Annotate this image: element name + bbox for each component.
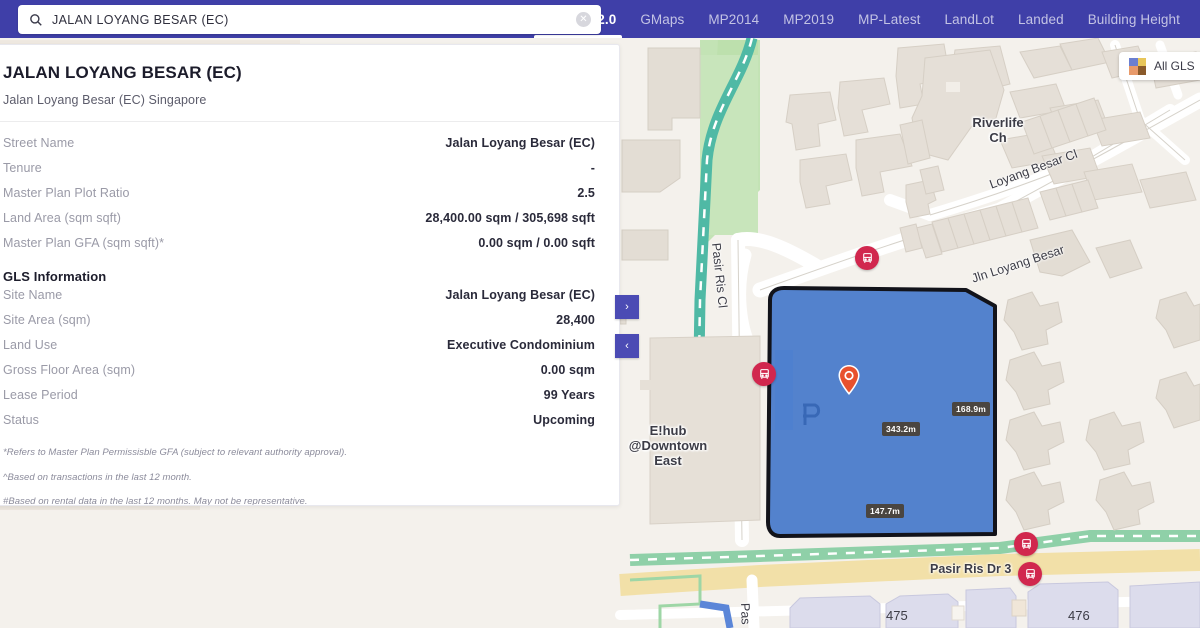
- search-input[interactable]: JALAN LOYANG BESAR (EC): [52, 13, 576, 27]
- detail-row: Land Area (sqm sqft) 28,400.00 sqm / 305…: [3, 211, 595, 236]
- detail-value: Jalan Loyang Besar (EC): [445, 136, 595, 151]
- chevron-right-icon: ›: [625, 301, 629, 313]
- nav-item-landed[interactable]: Landed: [1006, 0, 1076, 38]
- bus-stop-icon[interactable]: [752, 362, 776, 386]
- gls-row: Lease Period 99 Years: [3, 388, 595, 413]
- onemap-app: Riverlife Ch E!hub @Downtown East Loyang…: [0, 0, 1200, 628]
- search-icon: [29, 13, 43, 27]
- gls-label: Lease Period: [3, 388, 78, 403]
- gls-value: Executive Condominium: [447, 338, 595, 353]
- gls-row: Site Area (sqm) 28,400: [3, 313, 595, 338]
- measure-chip-east: 168.9m: [952, 402, 991, 416]
- panel-collapse-button[interactable]: ‹: [615, 334, 639, 358]
- footnote: *Refers to Master Plan Permissisble GFA …: [3, 447, 348, 459]
- panel-subtitle: Jalan Loyang Besar (EC) Singapore: [3, 93, 207, 108]
- gls-swatch-icon: [1129, 57, 1146, 75]
- gls-value: 99 Years: [543, 388, 595, 403]
- property-info-panel: JALAN LOYANG BESAR (EC) Jalan Loyang Bes…: [0, 44, 620, 506]
- page-title: JALAN LOYANG BESAR (EC): [3, 63, 242, 82]
- nav-item-landlot[interactable]: LandLot: [933, 0, 1007, 38]
- detail-label: Land Area (sqm sqft): [3, 211, 122, 226]
- detail-row: Master Plan Plot Ratio 2.5: [3, 186, 595, 211]
- nav-items: OneMap 2.0 GMaps MP2014 MP2019 MP-Latest…: [528, 0, 1192, 38]
- footnote: #Based on rental data in the last 12 mon…: [3, 496, 308, 506]
- bus-stop-icon[interactable]: [1014, 532, 1038, 556]
- nav-item-building-height[interactable]: Building Height: [1076, 0, 1192, 38]
- gls-row: Site Name Jalan Loyang Besar (EC): [3, 288, 595, 313]
- detail-label: Street Name: [3, 136, 75, 151]
- gls-label: Site Area (sqm): [3, 313, 91, 328]
- gls-value: Upcoming: [533, 413, 595, 428]
- section-title-gls-information: GLS Information: [3, 269, 107, 285]
- detail-label: Master Plan GFA (sqm sqft)*: [3, 236, 165, 251]
- panel-expand-button[interactable]: ›: [615, 295, 639, 319]
- detail-value: 2.5: [577, 186, 595, 201]
- gls-value: Jalan Loyang Besar (EC): [445, 288, 595, 303]
- detail-row: Tenure -: [3, 161, 595, 186]
- bus-stop-icon[interactable]: [855, 246, 879, 270]
- detail-value: -: [590, 161, 595, 176]
- panel-footnotes: *Refers to Master Plan Permissisble GFA …: [0, 438, 619, 506]
- nav-item-mp-latest[interactable]: MP-Latest: [846, 0, 932, 38]
- gls-row: Status Upcoming: [3, 413, 595, 438]
- gls-label: Status: [3, 413, 40, 428]
- nav-item-mp2019[interactable]: MP2019: [771, 0, 846, 38]
- measure-chip-south: 147.7m: [866, 504, 905, 518]
- footnote: ^Based on transactions in the last 12 mo…: [3, 471, 192, 483]
- panel-header: JALAN LOYANG BESAR (EC) Jalan Loyang Bes…: [0, 45, 619, 123]
- detail-label: Master Plan Plot Ratio: [3, 186, 130, 201]
- chevron-left-icon: ‹: [625, 340, 629, 352]
- gls-row: Land Use Executive Condominium: [3, 338, 595, 363]
- measure-chip-mid: 343.2m: [882, 422, 921, 436]
- gls-label: Gross Floor Area (sqm): [3, 363, 136, 378]
- detail-row: Street Name Jalan Loyang Besar (EC): [3, 136, 595, 161]
- nav-item-mp2014[interactable]: MP2014: [696, 0, 771, 38]
- detail-value: 0.00 sqm / 0.00 sqft: [478, 236, 595, 251]
- panel-details: Street Name Jalan Loyang Besar (EC) Tenu…: [0, 122, 619, 438]
- location-pin-icon[interactable]: [837, 364, 861, 396]
- gls-legend-badge[interactable]: All GLS: [1119, 52, 1200, 80]
- detail-row: Master Plan GFA (sqm sqft)* 0.00 sqm / 0…: [3, 236, 595, 261]
- gls-value: 0.00 sqm: [540, 363, 595, 378]
- detail-label: Tenure: [3, 161, 42, 176]
- close-icon[interactable]: ✕: [576, 12, 591, 27]
- gls-value: 28,400: [556, 313, 595, 328]
- search-bar[interactable]: JALAN LOYANG BESAR (EC) ✕: [18, 5, 601, 34]
- bus-stop-icon[interactable]: [1018, 562, 1042, 586]
- gls-row: Gross Floor Area (sqm) 0.00 sqm: [3, 363, 595, 388]
- nav-item-gmaps[interactable]: GMaps: [628, 0, 696, 38]
- gls-label: Site Name: [3, 288, 63, 303]
- detail-value: 28,400.00 sqm / 305,698 sqft: [425, 211, 595, 226]
- gls-legend-label: All GLS: [1154, 59, 1195, 73]
- gls-label: Land Use: [3, 338, 58, 353]
